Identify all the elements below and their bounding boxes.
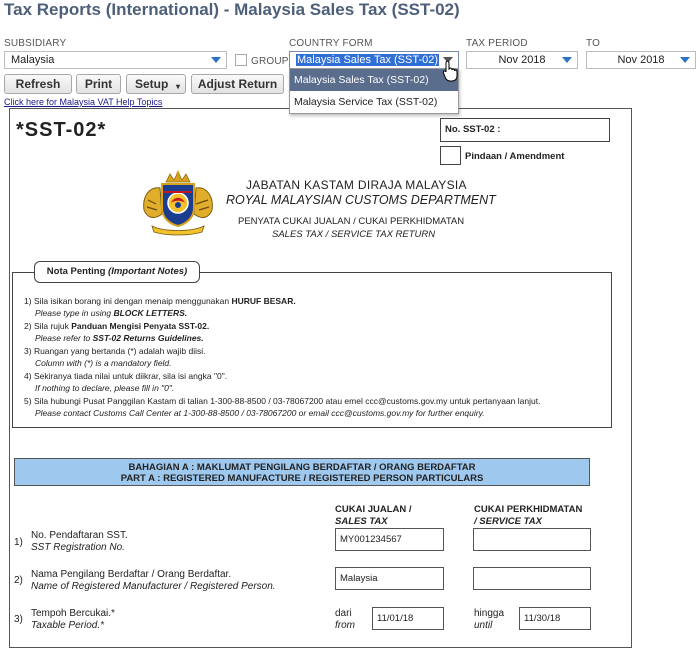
form-code: *SST-02* [16, 119, 107, 141]
print-button[interactable]: Print [76, 74, 121, 94]
taxable-period-label-ms: Tempoh Bercukai.* [31, 608, 115, 619]
to-period-value: Nov 2018 [617, 54, 665, 66]
until-label-ms: hingga [474, 608, 505, 619]
page-title: Tax Reports (International) - Malaysia S… [4, 0, 460, 19]
service-tax-col-ms: CUKAI PERKHIDMATAN [474, 504, 583, 515]
chevron-down-icon [211, 57, 221, 63]
help-link[interactable]: Click here for Malaysia VAT Help Topics [4, 97, 162, 107]
part-a-header: BAHAGIAN A : MAKLUMAT PENGILANG BERDAFTA… [14, 458, 590, 486]
tax-period-label: TAX PERIOD [466, 38, 528, 49]
setup-button[interactable]: Setup ▾ [126, 74, 186, 94]
amendment-checkbox[interactable] [440, 146, 461, 165]
list-item: 2) Sila rujuk Panduan Mengisi Penyata SS… [24, 321, 210, 343]
period-from-input[interactable]: 11/01/18 [372, 607, 444, 630]
group-checkbox[interactable] [235, 54, 247, 66]
subsidiary-label: SUBSIDIARY [4, 38, 67, 49]
chevron-down-icon [562, 57, 572, 63]
part-a-title-ms: BAHAGIAN A : MAKLUMAT PENGILANG BERDAFTA… [128, 462, 476, 473]
row-number: 2) [14, 575, 23, 586]
service-tax-name-input[interactable] [473, 567, 591, 590]
service-tax-col-en: / SERVICE TAX [474, 516, 542, 527]
country-form-select[interactable]: Malaysia Sales Tax (SST-02) [289, 51, 459, 69]
notes-list: 1) Sila isikan borang ini dengan menaip … [24, 296, 604, 421]
row-number: 3) [14, 614, 23, 625]
country-form-label: COUNTRY FORM [289, 38, 373, 49]
refresh-button[interactable]: Refresh [4, 74, 72, 94]
manufacturer-name-label-ms: Nama Pengilang Berdaftar / Orang Berdaft… [31, 569, 232, 580]
period-until-input[interactable]: 11/30/18 [519, 607, 591, 630]
sales-tax-col-ms: CUKAI JUALAN / [335, 504, 412, 515]
notes-title: Nota Penting (Important Notes) [34, 261, 200, 283]
tax-period-select[interactable]: Nov 2018 [466, 51, 578, 69]
return-title-ms: PENYATA CUKAI JUALAN / CUKAI PERKHIDMATA… [238, 216, 465, 227]
amendment-label: Pindaan / Amendment [465, 151, 565, 162]
tax-period-value: Nov 2018 [498, 54, 546, 66]
row-number: 1) [14, 537, 23, 548]
chevron-down-icon [680, 57, 690, 63]
list-item: 4) Sekiranya tiada nilai untuk diikrar, … [24, 371, 228, 393]
list-item: 3) Ruangan yang bertanda (*) adalah waji… [24, 346, 206, 368]
dept-name-en: ROYAL MALAYSIAN CUSTOMS DEPARTMENT [226, 193, 496, 207]
sales-tax-col-en: SALES TAX [335, 516, 388, 527]
subsidiary-value: Malaysia [11, 54, 55, 66]
list-item: 1) Sila isikan borang ini dengan menaip … [24, 296, 296, 318]
to-label: TO [586, 38, 601, 49]
setup-label: Setup [135, 77, 169, 91]
sst02-number-label: No. SST-02 : [445, 124, 501, 135]
from-label-ms: dari [335, 608, 352, 619]
dropdown-option-sales-tax[interactable]: Malaysia Sales Tax (SST-02) [290, 69, 458, 91]
notes-title-en: (Important Notes) [108, 266, 188, 277]
country-form-value: Malaysia Sales Tax (SST-02) [296, 54, 440, 66]
country-form-dropdown-list: Malaysia Sales Tax (SST-02) Malaysia Ser… [289, 68, 459, 114]
adjust-return-button[interactable]: Adjust Return [191, 74, 284, 94]
customs-emblem-icon [143, 170, 213, 236]
from-label-en: from [335, 620, 355, 631]
group-label: GROUP [251, 56, 289, 67]
sales-tax-registration-input[interactable]: MY001234567 [335, 528, 444, 551]
caret-down-icon: ▾ [175, 82, 180, 91]
notes-title-ms: Nota Penting [46, 266, 106, 277]
list-item: 5) Sila hubungi Pusat Panggilan Kastam d… [24, 396, 541, 418]
dept-name-ms: JABATAN KASTAM DIRAJA MALAYSIA [246, 178, 467, 192]
taxable-period-label-en: Taxable Period.* [31, 620, 105, 631]
service-tax-registration-input[interactable] [473, 528, 591, 551]
part-a-title-en: PART A : REGISTERED MANUFACTURE / REGIST… [120, 473, 484, 484]
dropdown-option-service-tax[interactable]: Malaysia Service Tax (SST-02) [290, 91, 458, 113]
sst02-number-field[interactable]: No. SST-02 : [440, 118, 610, 142]
registration-no-label-ms: No. Pendaftaran SST. [31, 530, 128, 541]
sales-tax-name-input[interactable]: Malaysia [335, 567, 444, 590]
to-period-select[interactable]: Nov 2018 [586, 51, 696, 69]
until-label-en: until [474, 620, 493, 631]
manufacturer-name-label-en: Name of Registered Manufacturer / Regist… [31, 581, 276, 592]
hand-cursor-icon [442, 60, 458, 82]
return-title-en: SALES TAX / SERVICE TAX RETURN [272, 229, 436, 240]
subsidiary-select[interactable]: Malaysia [4, 51, 227, 69]
registration-no-label-en: SST Registration No. [31, 542, 125, 553]
